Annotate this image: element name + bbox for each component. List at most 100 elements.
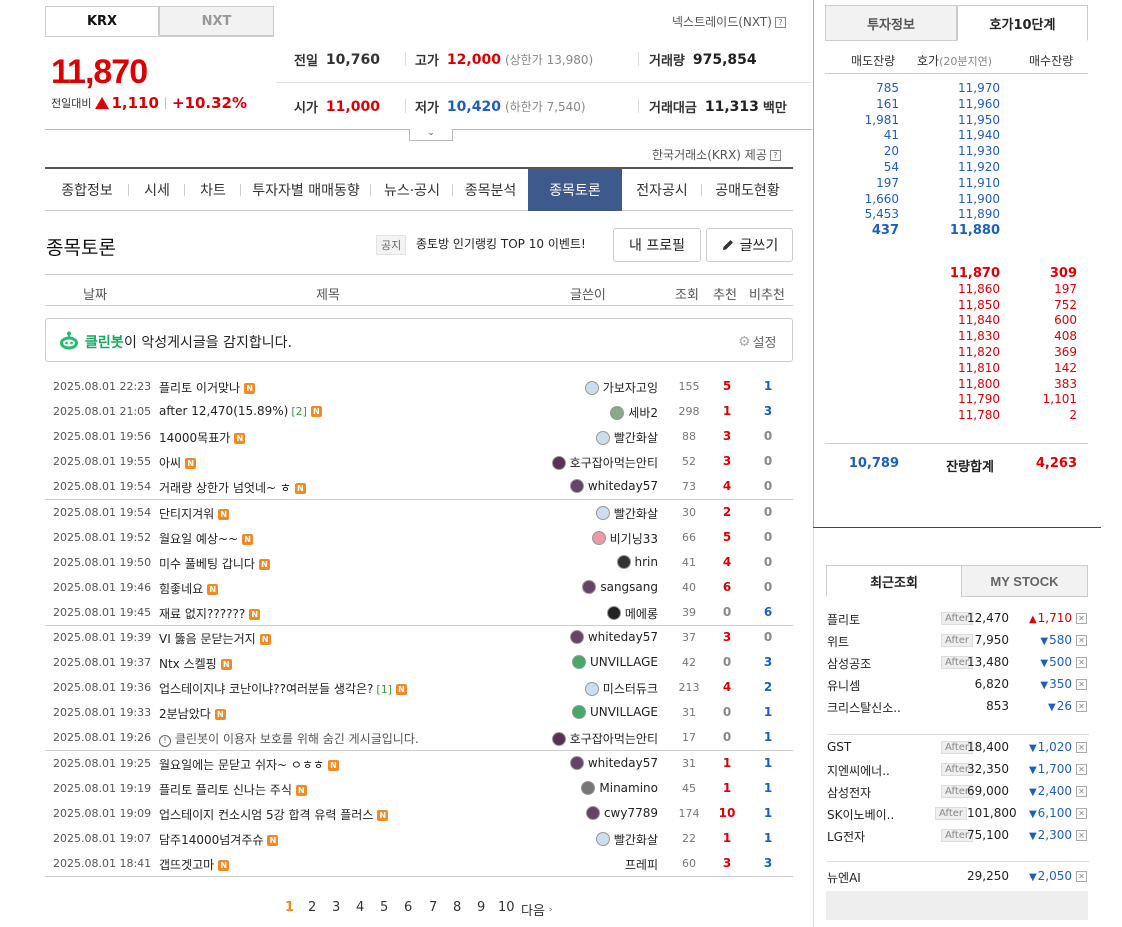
ask-price[interactable]: 11,890 [940, 207, 1000, 221]
tab-news[interactable]: 뉴스·공시 [371, 169, 453, 211]
nextrade-link[interactable]: 넥스트레이드(NXT)? [672, 13, 786, 30]
close-icon[interactable]: ✕ [1076, 830, 1087, 841]
tab-my-stock[interactable]: MY STOCK [961, 565, 1088, 597]
post-title-link[interactable]: 플리토 플리토 신나는 주식 N [159, 781, 307, 798]
post-title-link[interactable]: VI 뚫음 문닫는거지 N [159, 630, 271, 647]
post-title-link[interactable]: 업스테이지 컨소시엄 5강 합격 유력 플러스 N [159, 806, 389, 823]
recent-stock-item[interactable]: 크리스탈신소.. 853 ▼26 ✕ [827, 695, 1089, 717]
post-title-link[interactable]: 아씨 N [159, 454, 197, 471]
tab-disclosure[interactable]: 전자공시 [622, 169, 702, 211]
next-page-link[interactable]: 다음 › [521, 900, 553, 919]
post-title-link[interactable]: 미수 풀베팅 갑니다 N [159, 555, 270, 572]
post-writer[interactable]: sangsang [582, 579, 658, 594]
page-link-4[interactable]: 4 [356, 900, 364, 915]
cleanbot-settings-button[interactable]: ⚙ 설정 [738, 332, 776, 352]
post-title-link[interactable]: 월요일 예상~~ N [159, 530, 254, 547]
tab-short-selling[interactable]: 공매도현황 [702, 169, 793, 211]
page-link-5[interactable]: 5 [380, 900, 388, 915]
tab-recent[interactable]: 최근조회 [826, 565, 962, 597]
close-icon[interactable]: ✕ [1076, 808, 1087, 819]
close-icon[interactable]: ✕ [1076, 679, 1087, 690]
bid-price[interactable]: 11,800 [940, 377, 1000, 391]
recent-stock-item[interactable]: 위트 After 7,950 ▼580 ✕ [827, 629, 1089, 651]
post-writer[interactable]: 빨간화살 [595, 505, 658, 522]
recent-stock-item[interactable]: 지엔씨에너.. After 32,350 ▼1,700 ✕ [827, 758, 1089, 780]
bid-price[interactable]: 11,870 [940, 266, 1000, 281]
bid-price[interactable]: 11,790 [940, 392, 1000, 406]
post-writer[interactable]: 프레피 [625, 856, 658, 873]
ask-price[interactable]: 11,900 [940, 192, 1000, 206]
recent-stock-item[interactable]: SK이노베이.. After 101,800 ▼6,100 ✕ [827, 802, 1089, 824]
expand-toggle[interactable]: ⌄ [409, 129, 453, 141]
post-title-link[interactable]: 2분남았다 N [159, 705, 226, 722]
tab-investment-info[interactable]: 투자정보 [825, 5, 957, 41]
close-icon[interactable]: ✕ [1076, 613, 1087, 624]
close-icon[interactable]: ✕ [1076, 742, 1087, 753]
post-title-link[interactable]: 거래량 상한가 넘엇네~ ㅎN [159, 479, 306, 496]
recent-stock-item[interactable]: GST After 18,400 ▼1,020 ✕ [827, 736, 1089, 758]
post-title-link[interactable]: 갭뜨겟고마 N [159, 856, 230, 873]
close-icon[interactable]: ✕ [1076, 786, 1087, 797]
post-title-link[interactable]: 업스테이지냐 코난이냐??여러분들 생각은? [1] N [159, 680, 408, 697]
close-icon[interactable]: ✕ [1076, 657, 1087, 668]
post-writer[interactable]: whiteday57 [569, 755, 658, 770]
ask-price[interactable]: 11,930 [940, 144, 1000, 158]
my-profile-button[interactable]: 내 프로필 [613, 228, 701, 262]
close-icon[interactable]: ✕ [1076, 764, 1087, 775]
bid-price[interactable]: 11,850 [940, 298, 1000, 312]
post-writer[interactable]: 빨간화살 [595, 429, 658, 446]
post-writer[interactable]: whiteday57 [569, 479, 658, 494]
recent-stock-item[interactable]: 플리토 After 12,470 ▲1,710 ✕ [827, 607, 1089, 629]
post-writer[interactable]: UNVILLAGE [571, 705, 658, 720]
recent-stock-item[interactable]: 뉴엔AI 29,250 ▼2,050 ✕ [827, 865, 1089, 887]
recent-stock-item[interactable]: 삼성공조 After 13,480 ▼500 ✕ [827, 651, 1089, 673]
post-writer[interactable]: 비기닝33 [591, 530, 658, 547]
bid-price[interactable]: 11,840 [940, 313, 1000, 327]
post-writer[interactable]: 가보자고잉 [584, 379, 658, 396]
recent-stock-item[interactable]: 유니셈 6,820 ▼350 ✕ [827, 673, 1089, 695]
tab-investor[interactable]: 투자자별 매매동향 [241, 169, 371, 211]
ask-price[interactable]: 11,950 [940, 113, 1000, 127]
post-writer[interactable]: whiteday57 [569, 630, 658, 644]
post-title-link[interactable]: 재료 없지?????? N [159, 605, 261, 622]
page-link-1[interactable]: 1 [285, 900, 294, 915]
tab-krx[interactable]: KRX [45, 6, 159, 36]
post-title-link[interactable]: 단티지겨워 N [159, 505, 230, 522]
post-title-link[interactable]: Ntx 스켈핑 N [159, 655, 232, 672]
page-link-9[interactable]: 9 [477, 900, 485, 915]
bid-price[interactable]: 11,810 [940, 361, 1000, 375]
tab-chart[interactable]: 차트 [185, 169, 241, 211]
page-link-10[interactable]: 10 [498, 900, 515, 915]
page-link-3[interactable]: 3 [332, 900, 340, 915]
post-writer[interactable]: Minamino [581, 780, 658, 795]
page-link-6[interactable]: 6 [404, 900, 412, 915]
tab-price[interactable]: 시세 [129, 169, 185, 211]
post-writer[interactable]: 빨간화살 [595, 831, 658, 848]
post-title-link[interactable]: 월요일에는 문닫고 쉬자~ ㅇㅎㅎ N [159, 756, 340, 773]
write-button[interactable]: 글쓰기 [706, 228, 793, 262]
page-link-2[interactable]: 2 [308, 900, 316, 915]
post-writer[interactable]: cwy7789 [585, 805, 658, 820]
recent-stock-item[interactable]: 삼성전자 After 69,000 ▼2,400 ✕ [827, 780, 1089, 802]
close-icon[interactable]: ✕ [1076, 871, 1087, 882]
post-writer[interactable]: 호구잡아먹는안티 [551, 730, 658, 747]
notice-link[interactable]: 종토방 인기랭킹 TOP 10 이벤트! [416, 235, 586, 252]
ask-price[interactable]: 11,910 [940, 176, 1000, 190]
post-title-link[interactable]: 힘좋네요 N [159, 580, 219, 597]
close-icon[interactable]: ✕ [1076, 701, 1087, 712]
ask-price[interactable]: 11,880 [940, 223, 1000, 238]
post-writer[interactable]: 미스터듀크 [584, 680, 658, 697]
post-writer[interactable]: 세바2 [610, 404, 658, 421]
recent-stock-item[interactable]: LG전자 After 75,100 ▼2,300 ✕ [827, 824, 1089, 846]
page-link-7[interactable]: 7 [429, 900, 437, 915]
bid-price[interactable]: 11,860 [940, 282, 1000, 296]
tab-orderbook-10[interactable]: 호가10단계 [957, 5, 1088, 41]
ask-price[interactable]: 11,940 [940, 128, 1000, 142]
close-icon[interactable]: ✕ [1076, 635, 1087, 646]
ask-price[interactable]: 11,970 [940, 81, 1000, 95]
post-title-link[interactable]: 플리토 이거맞나 N [159, 379, 256, 396]
tab-discussion[interactable]: 종목토론 [528, 169, 622, 211]
post-title-link[interactable]: 14000목표가 N [159, 429, 246, 446]
post-writer[interactable]: UNVILLAGE [571, 655, 658, 670]
tab-analysis[interactable]: 종목분석 [453, 169, 528, 211]
